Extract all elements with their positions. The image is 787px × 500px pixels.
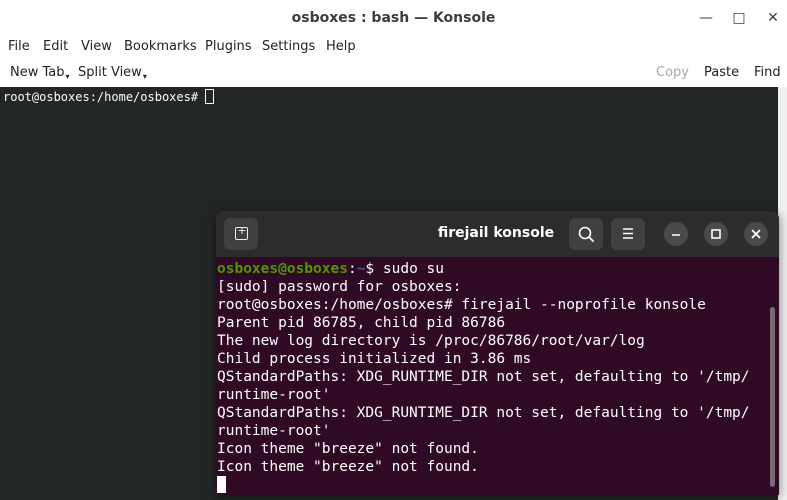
search-icon[interactable] (569, 218, 603, 250)
firejail-terminal[interactable]: osboxes@osboxes:~$ sudo su [sudo] passwo… (216, 257, 779, 495)
split-view-button[interactable]: Split View▾ (78, 65, 147, 81)
close-icon[interactable]: ✕ (763, 8, 783, 28)
terminal-line: osboxes@osboxes:~$ sudo su (217, 260, 444, 278)
copy-button[interactable]: Copy (656, 65, 689, 80)
window-title: osboxes : bash — Konsole (291, 10, 496, 26)
terminal-cursor (217, 476, 226, 493)
firejail-window: + firejail konsole osboxes@osboxes:~$ su… (216, 211, 779, 495)
terminal-line: QStandardPaths: XDG_RUNTIME_DIR not set,… (217, 369, 750, 385)
split-view-label: Split View (78, 65, 142, 80)
konsole-titlebar[interactable]: osboxes : bash — Konsole — □ ✕ (0, 0, 787, 37)
firejail-title: firejail konsole (437, 225, 555, 241)
terminal-line: runtime-root' (217, 387, 331, 403)
caret-down-icon: ▾ (65, 72, 70, 81)
terminal-line (217, 476, 226, 495)
menu-file[interactable]: File (8, 39, 30, 54)
find-button[interactable]: Find (754, 65, 781, 80)
terminal-line: runtime-root' (217, 423, 331, 439)
terminal-line: Icon theme "breeze" not found. (217, 459, 479, 475)
prompt-colon: : (347, 261, 357, 277)
menu-edit[interactable]: Edit (43, 39, 68, 54)
minimize-icon[interactable] (664, 222, 688, 246)
menubar: File Edit View Bookmarks Plugins Setting… (0, 37, 787, 57)
prompt-user: osboxes@osboxes (217, 261, 348, 277)
terminal-line: root@osboxes:/home/osboxes# (3, 89, 215, 105)
close-icon[interactable] (744, 222, 768, 246)
new-tab-icon[interactable]: + (224, 218, 258, 250)
menu-bookmarks[interactable]: Bookmarks (124, 39, 197, 54)
hamburger-icon[interactable] (611, 218, 645, 250)
maximize-icon[interactable] (704, 222, 728, 246)
maximize-icon[interactable]: □ (729, 8, 749, 28)
toolbar: New Tab▾ Split View▾ Copy Paste Find (0, 59, 787, 87)
new-tab-plus: + (237, 224, 247, 237)
terminal-line: Parent pid 86785, child pid 86786 (217, 315, 506, 331)
menu-settings[interactable]: Settings (262, 39, 315, 54)
terminal-line: root@osboxes:/home/osboxes# firejail --n… (217, 297, 706, 313)
paste-button[interactable]: Paste (704, 65, 739, 80)
menu-help[interactable]: Help (326, 39, 356, 54)
prompt-command: $ sudo su (365, 261, 444, 277)
new-tab-label: New Tab (10, 65, 65, 80)
terminal-cursor (205, 89, 215, 104)
caret-down-icon: ▾ (142, 72, 147, 81)
terminal-line: QStandardPaths: XDG_RUNTIME_DIR not set,… (217, 405, 750, 421)
terminal-line: The new log directory is /proc/86786/roo… (217, 333, 645, 349)
terminal-prompt: root@osboxes:/home/osboxes# (3, 90, 206, 104)
terminal-line: Icon theme "breeze" not found. (217, 441, 479, 457)
minimize-icon[interactable]: — (696, 8, 716, 28)
new-tab-button[interactable]: New Tab▾ (10, 65, 70, 81)
menu-plugins[interactable]: Plugins (205, 39, 252, 54)
firejail-scrollbar[interactable] (770, 307, 775, 487)
firejail-headerbar[interactable]: + firejail konsole (216, 211, 779, 257)
menu-view[interactable]: View (81, 39, 112, 54)
terminal-line: Child process initialized in 3.86 ms (217, 351, 532, 367)
terminal-line: [sudo] password for osboxes: (217, 279, 462, 295)
konsole-scrollbar[interactable] (778, 87, 787, 500)
